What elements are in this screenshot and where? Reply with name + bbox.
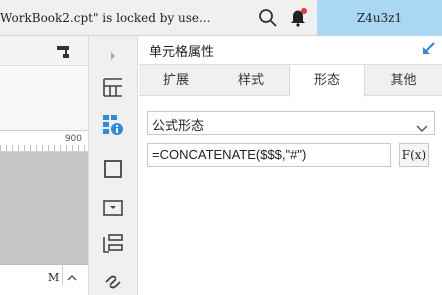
- top-bar: WorkBook2.cpt" is locked by use... Z4u3z…: [0, 0, 442, 36]
- panel-title: 单元格属性: [149, 45, 215, 60]
- column-header-m[interactable]: M: [48, 271, 59, 284]
- formula-editor-button[interactable]: F(x): [399, 143, 429, 167]
- widget-icon[interactable]: [101, 196, 125, 220]
- expand-arrow-icon[interactable]: [101, 44, 125, 68]
- hyperlink-icon[interactable]: [101, 270, 125, 294]
- condition-attribute-icon[interactable]: [101, 232, 125, 256]
- property-icon-strip: [88, 36, 138, 295]
- report-canvas[interactable]: [0, 152, 88, 264]
- editor-subpanel: [0, 67, 88, 130]
- border-icon[interactable]: [101, 157, 125, 181]
- ruler-mark: 900: [64, 134, 82, 144]
- tab-style[interactable]: 样式: [213, 65, 289, 96]
- formula-input[interactable]: =CONCATENATE($$$,"#"): [147, 143, 391, 167]
- tab-other[interactable]: 其他: [365, 65, 442, 96]
- app-window: WorkBook2.cpt" is locked by use... Z4u3z…: [0, 0, 442, 295]
- grid-header-row: M: [0, 264, 88, 295]
- chevron-down-icon[interactable]: [416, 118, 428, 132]
- ruler-ticks: [0, 145, 88, 151]
- tab-form[interactable]: 形态: [289, 65, 365, 97]
- locked-file-message: WorkBook2.cpt" is locked by use...: [0, 11, 211, 25]
- user-name[interactable]: Z4u3z1: [317, 0, 442, 36]
- form-type-value: 公式形态: [152, 119, 205, 134]
- ruler: 900: [0, 130, 88, 152]
- tab-expand[interactable]: 扩展: [139, 65, 213, 96]
- search-icon[interactable]: [258, 8, 278, 28]
- collapse-panel-icon[interactable]: [420, 41, 436, 57]
- column-sort-up-icon[interactable]: [66, 269, 78, 281]
- cell-properties-panel: 单元格属性 扩展 样式 形态 其他 公式形态 =CONCATENATE($$$,…: [139, 36, 442, 295]
- form-type-select[interactable]: 公式形态: [147, 111, 435, 135]
- format-brush-icon[interactable]: [56, 44, 72, 58]
- panel-header: 单元格属性: [139, 36, 442, 64]
- cell-attribute-icon[interactable]: [101, 113, 125, 137]
- property-tabs: 扩展 样式 形态 其他: [139, 64, 442, 97]
- column-divider: [62, 265, 63, 285]
- editor-toolbar: [0, 36, 88, 66]
- notification-bell-icon[interactable]: [290, 7, 308, 27]
- cell-element-icon[interactable]: [101, 75, 125, 99]
